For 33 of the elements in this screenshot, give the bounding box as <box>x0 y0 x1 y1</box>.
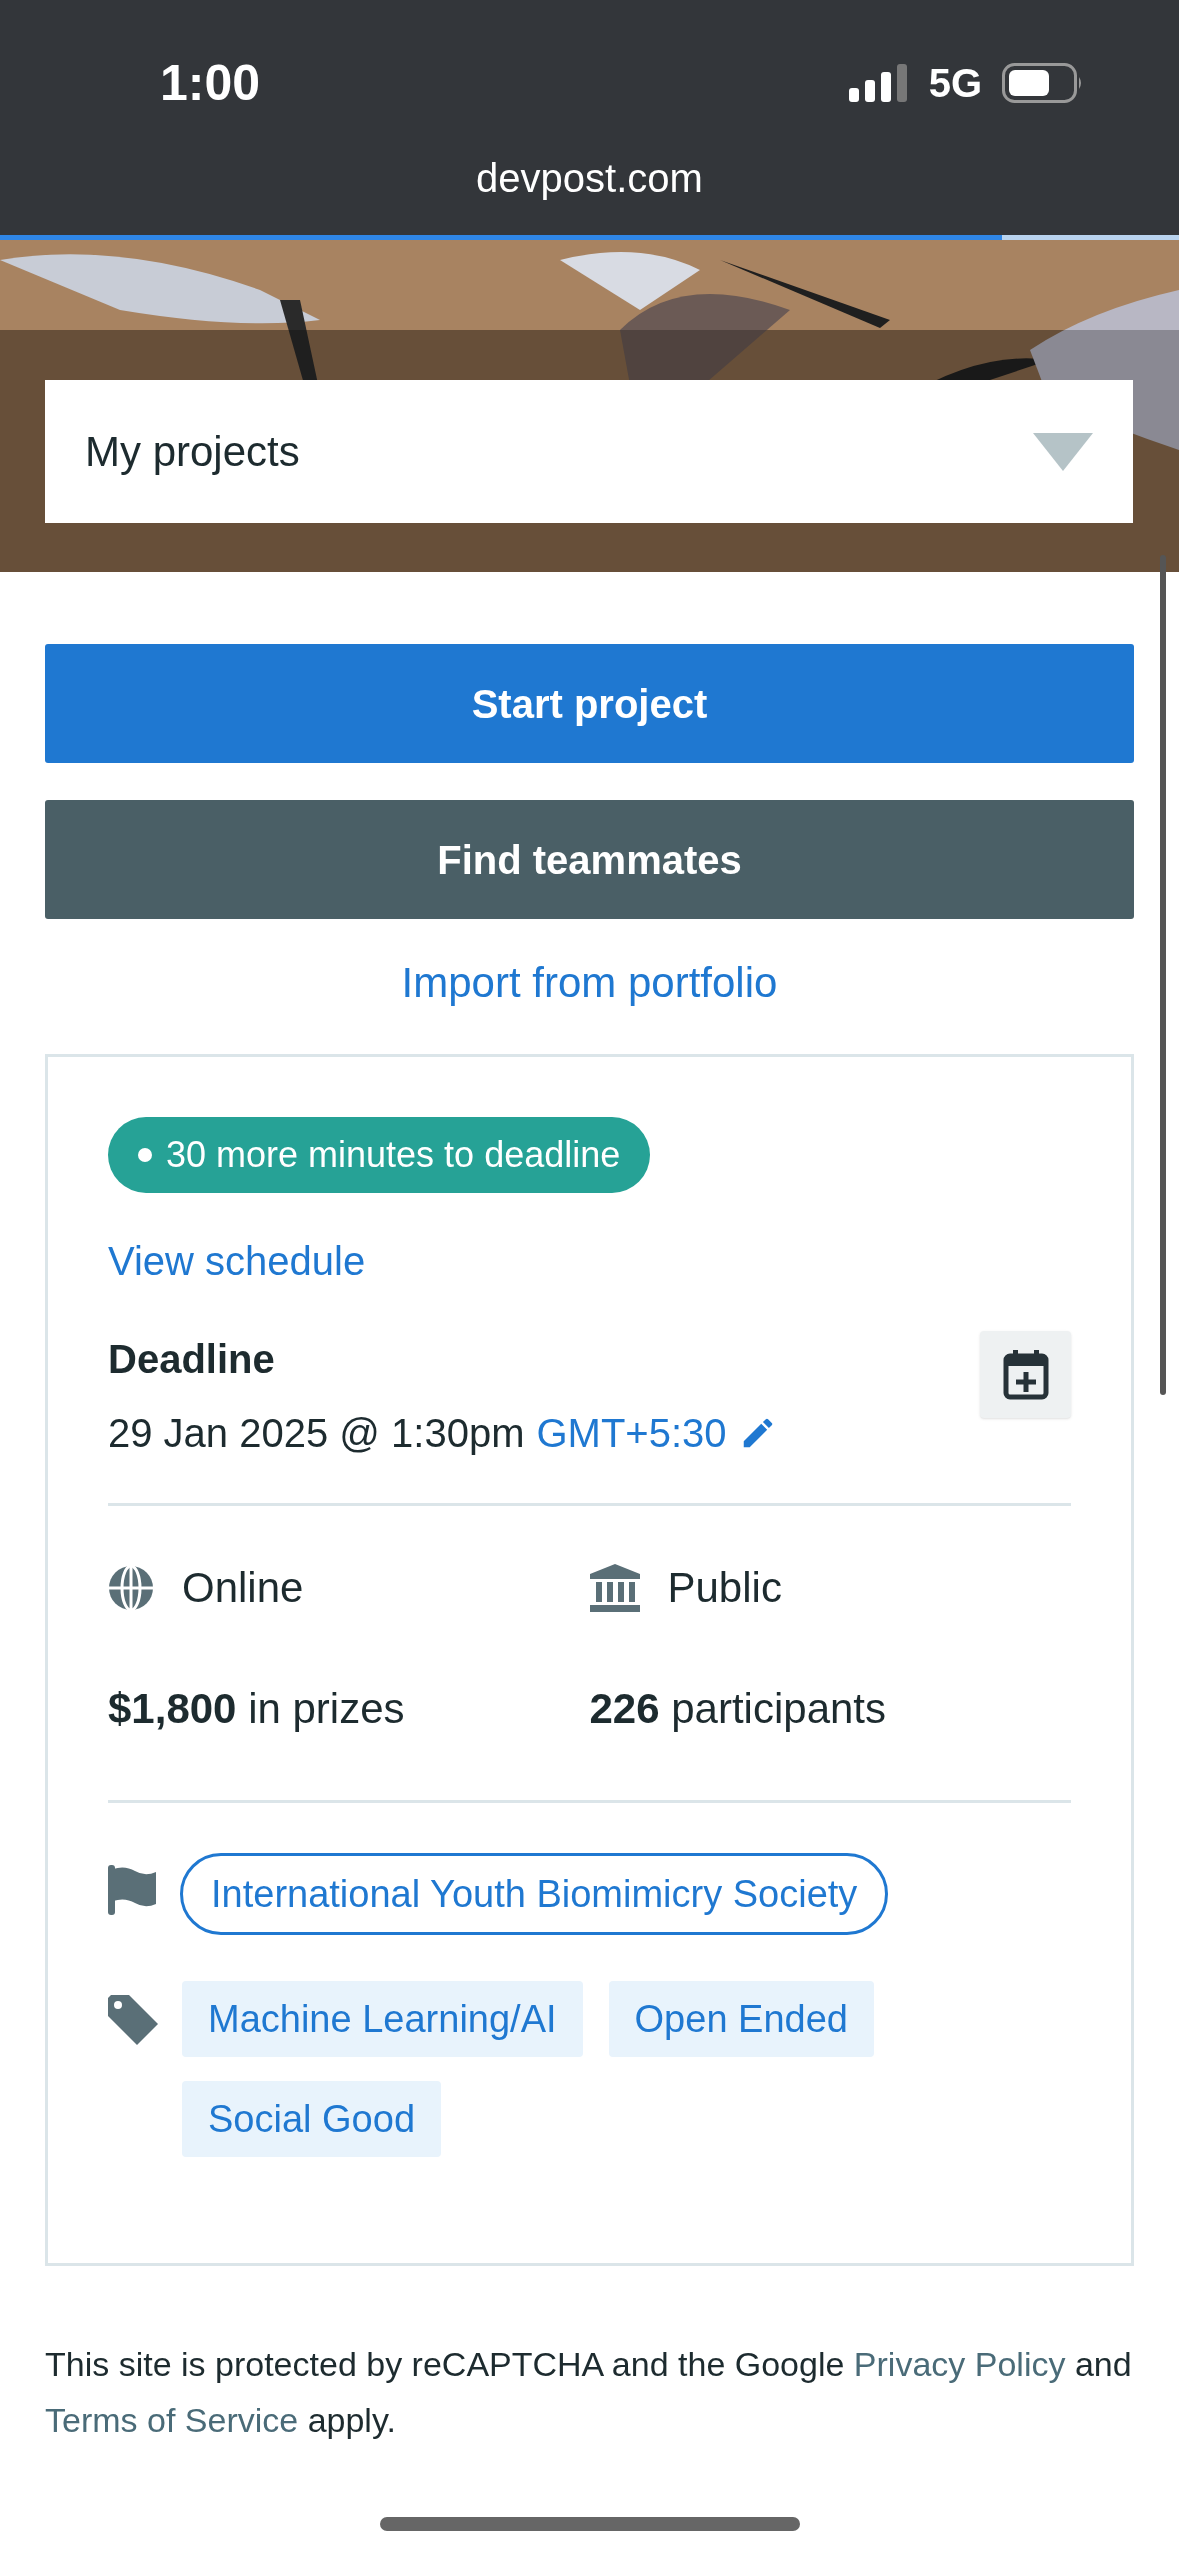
theme-tag[interactable]: Social Good <box>182 2081 441 2157</box>
host-link[interactable]: International Youth Biomimicry Society <box>180 1853 889 1935</box>
privacy-policy-link[interactable]: Privacy Policy <box>853 2345 1066 2383</box>
dot-icon <box>138 1148 152 1162</box>
deadline-date: 29 Jan 2025 @ 1:30pm <box>108 1410 525 1457</box>
projects-dropdown[interactable]: My projects <box>45 380 1133 523</box>
format-label: Online <box>182 1563 304 1613</box>
import-link[interactable]: Import from portfolio <box>401 951 778 1014</box>
url-text: devpost.com <box>476 158 703 198</box>
status-time: 1:00 <box>160 58 261 108</box>
view-schedule-link[interactable]: View schedule <box>108 1239 366 1283</box>
bank-icon <box>589 1563 640 1612</box>
timezone-link[interactable]: GMT+5:30 <box>536 1403 727 1463</box>
tag-icon <box>108 1995 158 2045</box>
signal-icon <box>848 64 909 102</box>
add-to-calendar-button[interactable] <box>980 1331 1071 1418</box>
stat-text: 226 participants <box>589 1684 887 1734</box>
network-label: 5G <box>928 63 982 103</box>
caret-icon <box>1033 432 1093 471</box>
theme-tag[interactable]: Open Ended <box>608 1981 874 2057</box>
deadline-label: Deadline <box>108 1336 276 1383</box>
recaptcha-notice: This site is protected by reCAPTCHA and the Google Privacy Policy and Terms of Service apply. <box>45 2344 1133 2441</box>
battery-icon <box>1002 63 1084 103</box>
globe-icon <box>108 1564 154 1611</box>
stat-text: $1,800 in prizes <box>108 1684 405 1734</box>
terms-link[interactable]: Terms of Service <box>45 2401 299 2439</box>
calendar-plus-icon <box>1002 1349 1049 1400</box>
format-label: Public <box>667 1563 782 1613</box>
flag-icon <box>108 1865 156 1915</box>
theme-tag[interactable]: Machine Learning/AI <box>182 1981 583 2057</box>
start-project-button[interactable]: Start project <box>45 644 1134 763</box>
deadline-badge: 30 more minutes to deadline <box>108 1117 651 1193</box>
find-teammates-button[interactable]: Find teammates <box>45 800 1134 919</box>
